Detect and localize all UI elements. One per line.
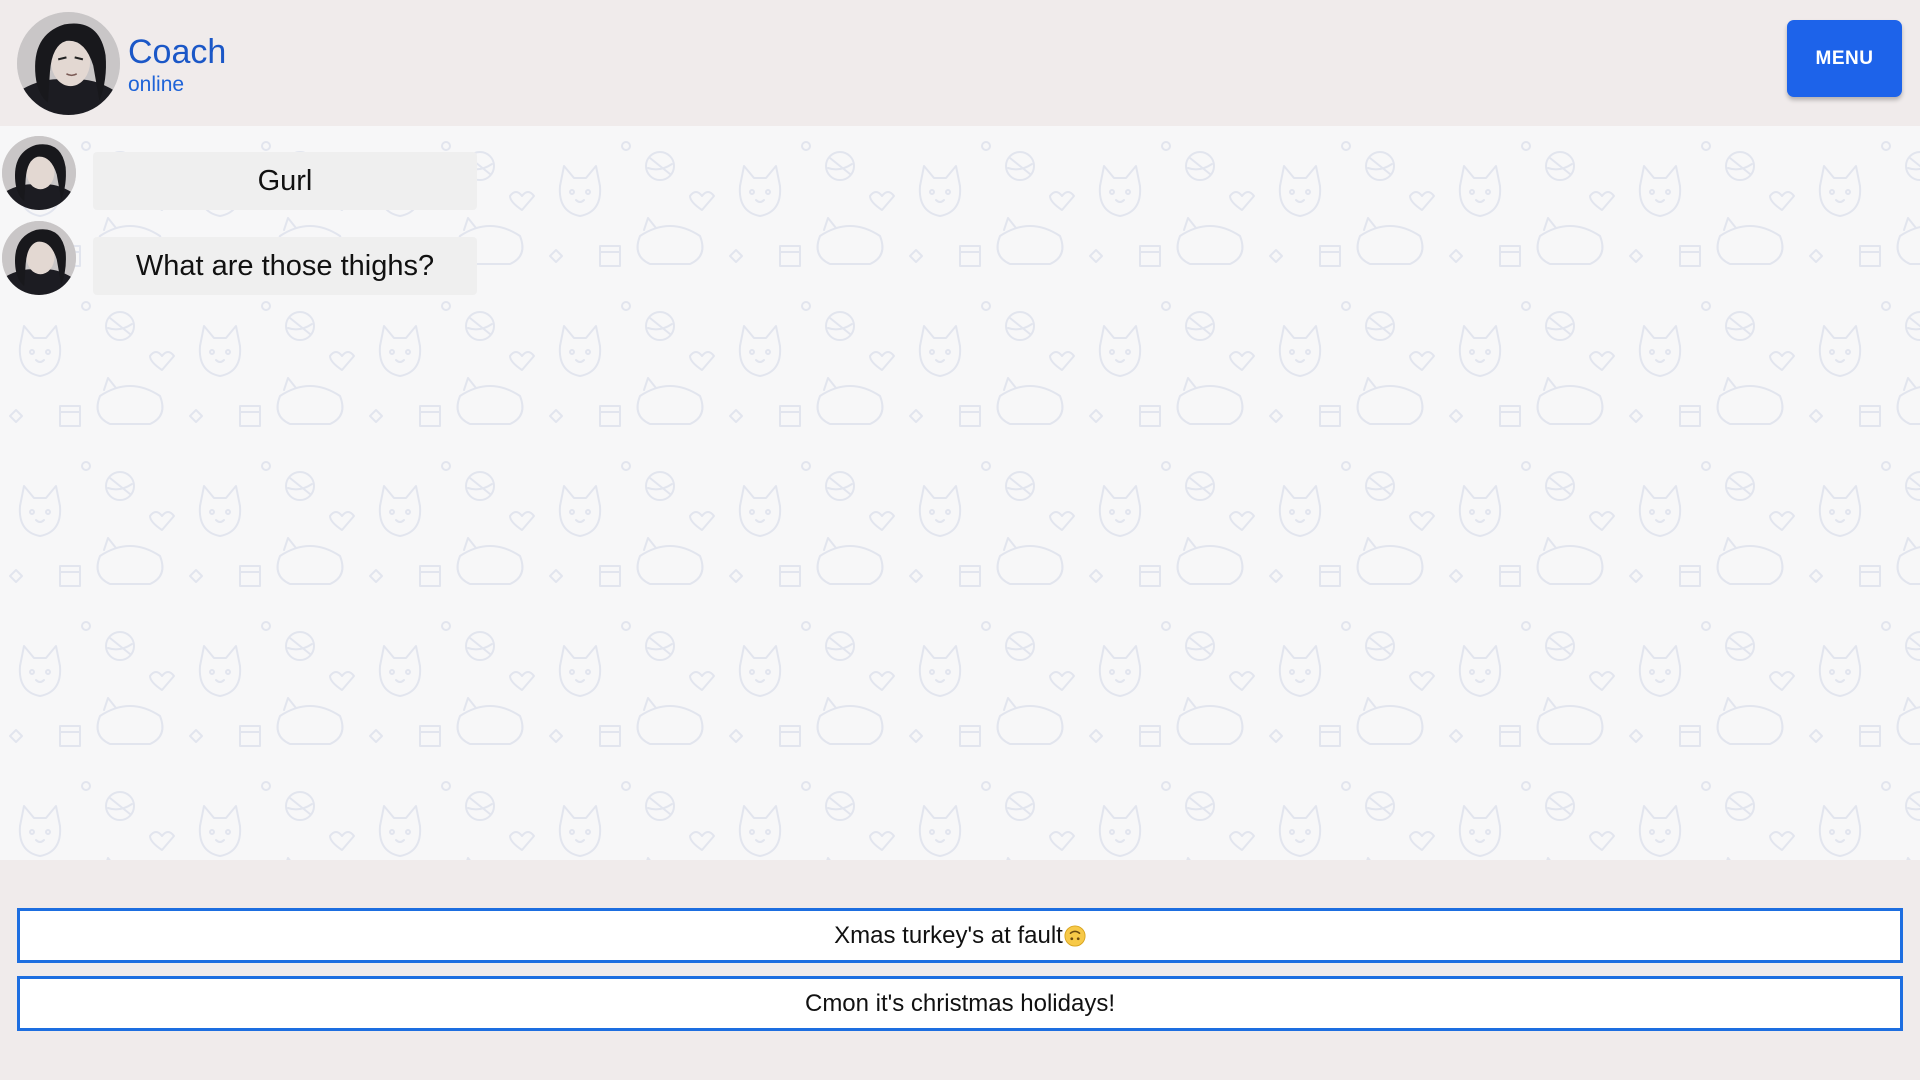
message-row: What are those thighs? <box>0 211 520 295</box>
choice-label: Cmon it's christmas holidays! <box>804 989 1115 1017</box>
message-row: Gurl <box>0 126 520 210</box>
coach-avatar[interactable] <box>17 12 120 115</box>
reply-choices: Xmas turkey's at fault Cmon it's christm… <box>17 908 1903 1044</box>
chat-header: Coach online MENU <box>0 0 1920 126</box>
upside-down-face-icon <box>1064 924 1086 947</box>
choice-label: Xmas turkey's at fault <box>834 921 1063 949</box>
chat-app: Coach online MENU Gurl What are those th… <box>0 0 1920 1080</box>
contact-name: Coach <box>128 33 227 71</box>
reply-choice-button[interactable]: Cmon it's christmas holidays! <box>17 976 1903 1031</box>
coach-avatar-icon <box>17 12 120 115</box>
chat-messages-area: Gurl What are those thighs? <box>0 126 1920 860</box>
menu-button[interactable]: MENU <box>1787 20 1902 97</box>
message-bubble: What are those thighs? <box>93 237 477 295</box>
coach-avatar-icon <box>2 136 76 210</box>
message-bubble: Gurl <box>93 152 477 210</box>
coach-avatar-icon <box>2 221 76 295</box>
coach-avatar[interactable] <box>2 221 76 295</box>
contact-status: online <box>128 73 185 96</box>
reply-choice-button[interactable]: Xmas turkey's at fault <box>17 908 1903 963</box>
coach-avatar[interactable] <box>2 136 76 210</box>
